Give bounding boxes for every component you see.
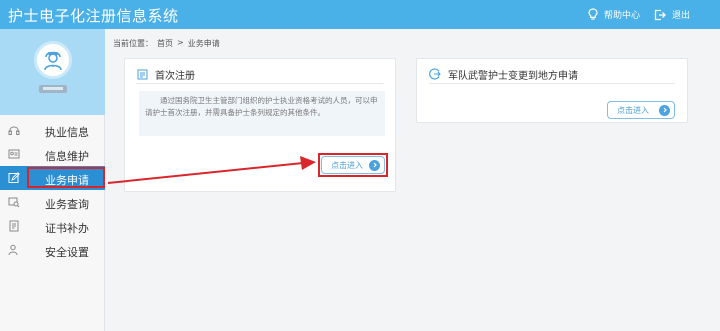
sidebar: 执业信息 信息维护 业务申请 业务查询 证书补办 安全设置 — [0, 29, 105, 331]
breadcrumb-current: 业务申请 — [187, 39, 220, 48]
headset-icon — [8, 126, 20, 135]
card-header: 军队武警护士变更到地方申请 — [429, 65, 675, 84]
card-title: 首次注册 — [155, 70, 195, 82]
card-description: 通过国务院卫生主管部门组织的护士执业资格考试的人员，可以申请护士首次注册，并需具… — [139, 91, 385, 136]
sidebar-nav: 执业信息 信息维护 业务申请 业务查询 证书补办 安全设置 — [0, 118, 105, 262]
card-title: 军队武警护士变更到地方申请 — [448, 70, 578, 82]
app-title: 护士电子化注册信息系统 — [8, 7, 179, 25]
sidebar-item-practice-info[interactable]: 执业信息 — [0, 118, 105, 142]
chevron-right-icon — [369, 159, 380, 171]
id-card-icon — [8, 149, 20, 159]
sidebar-item-business-query[interactable]: 业务查询 — [0, 190, 105, 214]
breadcrumb: 当前位置： 首页 > 业务申请 — [113, 38, 220, 49]
chevron-right-icon — [659, 104, 670, 116]
sidebar-item-business-application[interactable]: 业务申请 — [0, 166, 105, 190]
certificate-icon — [9, 220, 19, 232]
card-header: 首次注册 — [137, 65, 383, 84]
logout-link[interactable]: 退出 — [654, 8, 690, 21]
top-actions: 帮助中心 退出 — [588, 0, 690, 29]
breadcrumb-home[interactable]: 首页 — [157, 38, 173, 49]
breadcrumb-prefix: 当前位置： — [113, 39, 153, 48]
logout-label: 退出 — [671, 11, 690, 21]
button-label: 点击进入 — [331, 160, 363, 170]
first-registration-card: 首次注册 通过国务院卫生主管部门组织的护士执业资格考试的人员，可以申请护士首次注… — [124, 58, 396, 192]
user-lock-icon — [8, 244, 18, 256]
document-icon — [137, 69, 148, 79]
top-bar: 护士电子化注册信息系统 帮助中心 退出 — [0, 0, 720, 29]
sidebar-item-label: 安全设置 — [45, 246, 89, 259]
military-transfer-card: 军队武警护士变更到地方申请 点击进入 — [416, 58, 688, 123]
avatar — [34, 41, 72, 79]
user-profile — [0, 29, 105, 115]
sidebar-item-security-settings[interactable]: 安全设置 — [0, 238, 105, 262]
enter-first-registration-button[interactable]: 点击进入 — [321, 156, 385, 174]
sidebar-item-label: 业务查询 — [45, 198, 89, 211]
sidebar-item-label: 执业信息 — [45, 126, 89, 139]
username-redacted — [39, 85, 67, 93]
nurse-avatar-icon — [44, 51, 62, 71]
help-center-link[interactable]: 帮助中心 — [588, 8, 640, 21]
help-center-label: 帮助中心 — [603, 11, 640, 21]
search-list-icon — [8, 197, 20, 208]
sidebar-item-info-maintenance[interactable]: 信息维护 — [0, 142, 105, 166]
sidebar-item-certificate-reissue[interactable]: 证书补办 — [0, 214, 105, 238]
sidebar-item-label: 证书补办 — [45, 222, 89, 235]
transfer-icon — [429, 68, 441, 80]
lightbulb-icon — [588, 8, 598, 21]
edit-icon — [8, 172, 20, 183]
sidebar-item-label: 信息维护 — [45, 150, 89, 163]
enter-military-transfer-button[interactable]: 点击进入 — [607, 101, 675, 119]
button-label: 点击进入 — [617, 105, 649, 115]
breadcrumb-separator: > — [177, 38, 184, 47]
logout-icon — [654, 9, 666, 21]
annotation-highlight-box — [27, 167, 105, 188]
